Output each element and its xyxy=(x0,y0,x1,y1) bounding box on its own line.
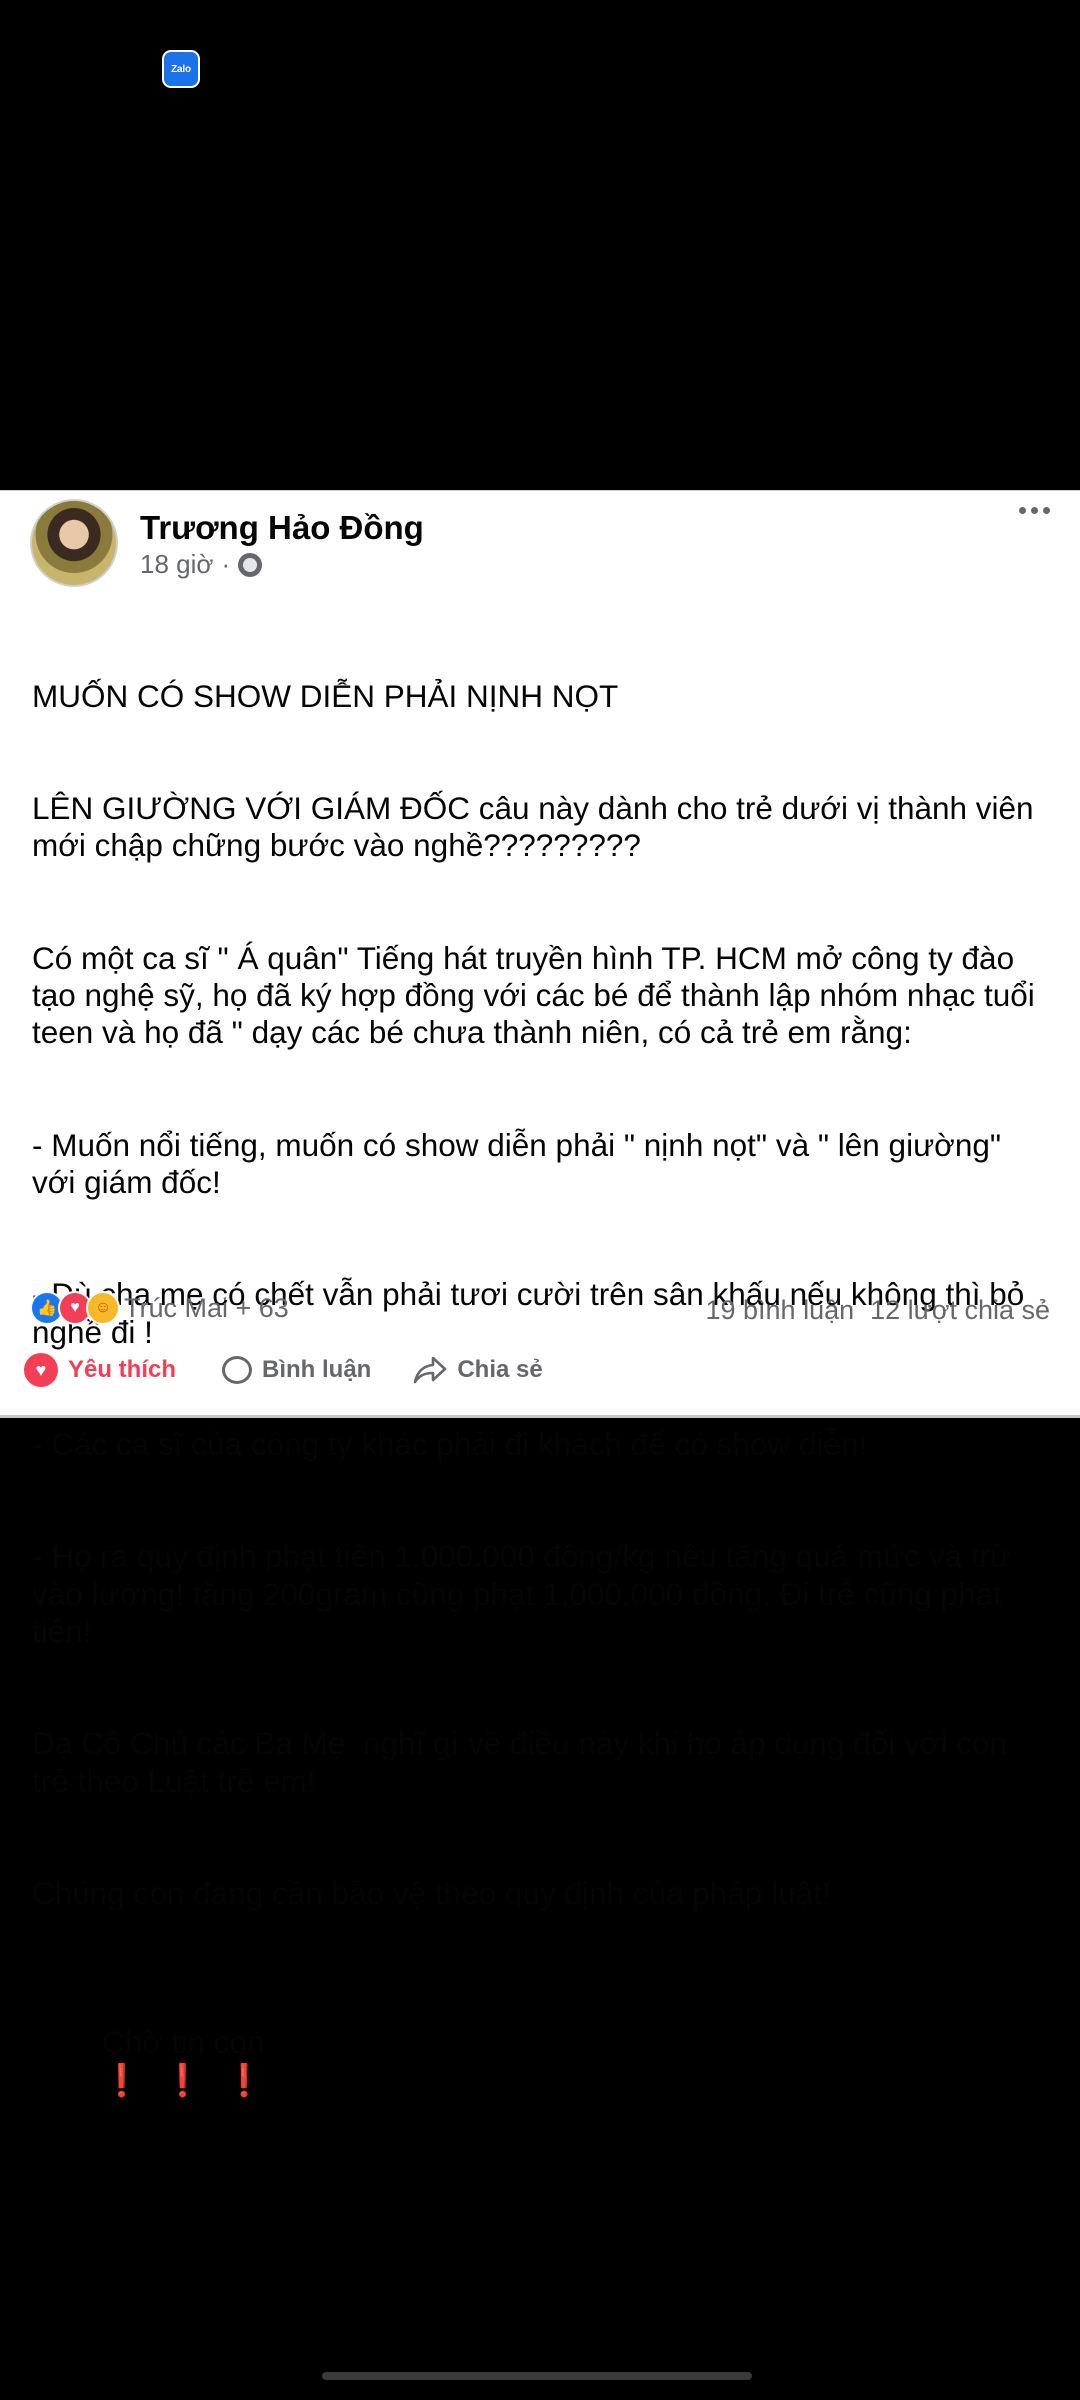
post-line: - Họ ra quy định phạt tiền 1.000.000 đồn… xyxy=(32,1538,1020,1649)
like-label: Yêu thích xyxy=(68,1356,177,1383)
share-label: Chia sẻ xyxy=(457,1356,543,1383)
share-icon xyxy=(414,1356,447,1384)
post-line: - Các ca sĩ của công ty khác phải đi khá… xyxy=(32,1425,868,1462)
post-line: Dạ Cô Chú các Ba Mẹ nghĩ gì về điều này … xyxy=(32,1725,1016,1799)
action-bar: ♥ Yêu thích Bình luận Chia sẻ xyxy=(0,1353,1080,1387)
comments-count[interactable]: 19 bình luận xyxy=(705,1295,854,1326)
comment-label: Bình luận xyxy=(262,1356,372,1383)
post-line: MUỐN CÓ SHOW DIỄN PHẢI NỊNH NỌT xyxy=(32,677,619,714)
zalo-app-icon: Zalo xyxy=(162,50,200,88)
like-button[interactable]: ♥ Yêu thích xyxy=(24,1353,176,1387)
avatar[interactable] xyxy=(30,499,118,587)
reaction-icons: 👍 ♥ ☺ xyxy=(30,1291,120,1325)
post-line-last: Chờ tin con ❗❗❗ xyxy=(32,1987,1052,2137)
post-body: MUỐN CÓ SHOW DIỄN PHẢI NỊNH NỌT LÊN GIƯỜ… xyxy=(32,603,1052,2211)
comment-icon xyxy=(222,1356,253,1384)
reactions-summary[interactable]: 👍 ♥ ☺ Trúc Mai + 63 xyxy=(30,1291,289,1325)
engagement-counts: 19 bình luận 12 lượt chia sẻ xyxy=(705,1295,1050,1326)
meta-separator: · xyxy=(221,549,231,579)
more-options-icon[interactable] xyxy=(1019,507,1050,514)
post-line: Có một ca sĩ " Á quân" Tiếng hát truyền … xyxy=(32,939,1044,1051)
screen: Zalo Trương Hảo Đồng 18 giờ · MUỐN CÓ SH… xyxy=(0,0,1080,2400)
home-indicator[interactable] xyxy=(322,2372,752,2380)
globe-icon xyxy=(238,552,263,577)
shares-count[interactable]: 12 lượt chia sẻ xyxy=(870,1295,1050,1326)
exclamation-emoji: ❗❗❗ xyxy=(102,2061,286,2098)
last-line-text: Chờ tin con xyxy=(102,2024,265,2061)
post-line: - Muốn nổi tiếng, muốn có show diễn phải… xyxy=(32,1126,1010,1201)
post-time[interactable]: 18 giờ xyxy=(140,549,213,580)
comment-button[interactable]: Bình luận xyxy=(222,1356,371,1384)
care-reaction-icon: ☺ xyxy=(86,1291,120,1325)
author-name[interactable]: Trương Hảo Đồng xyxy=(140,509,424,547)
post-meta: 18 giờ · xyxy=(140,549,263,580)
post-line: Chúng con đang cần bảo vệ theo quy định … xyxy=(32,1874,831,1911)
post-card: Trương Hảo Đồng 18 giờ · MUỐN CÓ SHOW DI… xyxy=(0,490,1080,2098)
heart-icon: ♥ xyxy=(24,1353,58,1387)
post-line: LÊN GIƯỜNG VỚI GIÁM ĐỐC câu này dành cho… xyxy=(32,790,1043,864)
share-button[interactable]: Chia sẻ xyxy=(413,1355,543,1385)
reactions-text: Trúc Mai + 63 xyxy=(124,1292,289,1323)
zalo-icon-label: Zalo xyxy=(171,63,191,75)
